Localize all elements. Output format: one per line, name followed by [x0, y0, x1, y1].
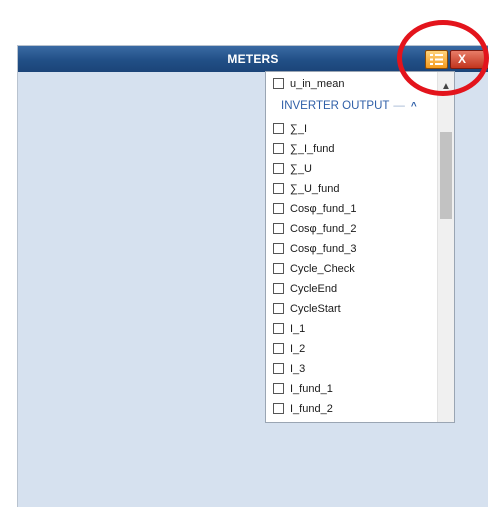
checkbox[interactable]	[273, 203, 284, 214]
list-item[interactable]: Cosφ_fund_3	[273, 240, 435, 258]
list-item-label: I_1	[290, 323, 306, 335]
checkbox[interactable]	[273, 403, 284, 414]
highlight-circle-annotation	[397, 20, 489, 96]
group-header-inverter-output[interactable]: INVERTER OUTPUT — ^	[281, 97, 417, 115]
list-item[interactable]: Cosφ_fund_2	[273, 220, 435, 238]
list-item-label: Cosφ_fund_2	[290, 223, 357, 235]
scrollbar-thumb[interactable]	[440, 132, 452, 219]
list-item-label: I_fund_2	[290, 403, 333, 415]
list-item[interactable]: ∑_I	[273, 120, 435, 138]
checkbox[interactable]	[273, 283, 284, 294]
list-item-label: ∑_I_fund	[290, 143, 335, 155]
list-item[interactable]: I_2	[273, 340, 435, 358]
vertical-scrollbar[interactable]: ▲	[437, 72, 454, 422]
list-item[interactable]: CycleEnd	[273, 280, 435, 298]
checkbox[interactable]	[273, 243, 284, 254]
list-item-label: Cosφ_fund_3	[290, 243, 357, 255]
checkbox[interactable]	[273, 323, 284, 334]
list-item-label: CycleStart	[290, 303, 341, 315]
list-item[interactable]: I_fund_2	[273, 400, 435, 418]
list-item-label: ∑_I	[290, 123, 308, 135]
column-selector-dropdown: u_in_mean INVERTER OUTPUT — ^ ∑_I ∑_I_fund…	[265, 71, 455, 423]
list-item[interactable]: I_fund_1	[273, 380, 435, 398]
checkbox[interactable]	[273, 223, 284, 234]
checkbox[interactable]	[273, 78, 284, 89]
checkbox[interactable]	[273, 123, 284, 134]
checkbox[interactable]	[273, 343, 284, 354]
checkbox[interactable]	[273, 163, 284, 174]
checkbox[interactable]	[273, 303, 284, 314]
checkbox[interactable]	[273, 263, 284, 274]
list-item-label: CycleEnd	[290, 283, 338, 295]
list-item[interactable]: Cycle_Check	[273, 260, 435, 278]
checkbox[interactable]	[273, 363, 284, 374]
checkbox[interactable]	[273, 183, 284, 194]
group-label: INVERTER OUTPUT	[281, 100, 390, 112]
list-item-label: u_in_mean	[290, 78, 345, 90]
list-item[interactable]: CycleStart	[273, 300, 435, 318]
checkbox[interactable]	[273, 383, 284, 394]
group-divider: —	[393, 100, 405, 112]
list-item[interactable]: ∑_U_fund	[273, 180, 435, 198]
list-item-label: Cosφ_fund_1	[290, 203, 357, 215]
chevron-up-icon[interactable]: ^	[411, 101, 417, 112]
list-item-label: Cycle_Check	[290, 263, 355, 275]
list-item-label: I_2	[290, 343, 306, 355]
list-item[interactable]: ∑_U	[273, 160, 435, 178]
checkbox[interactable]	[273, 143, 284, 154]
list-item[interactable]: ∑_I_fund	[273, 140, 435, 158]
list-item[interactable]: I_1	[273, 320, 435, 338]
list-item-label: ∑_U	[290, 163, 312, 175]
list-item-label: I_3	[290, 363, 306, 375]
list-item[interactable]: I_3	[273, 360, 435, 378]
list-item[interactable]: Cosφ_fund_1	[273, 200, 435, 218]
list-item-label: ∑_U_fund	[290, 183, 340, 195]
list-item-label: I_fund_1	[290, 383, 333, 395]
